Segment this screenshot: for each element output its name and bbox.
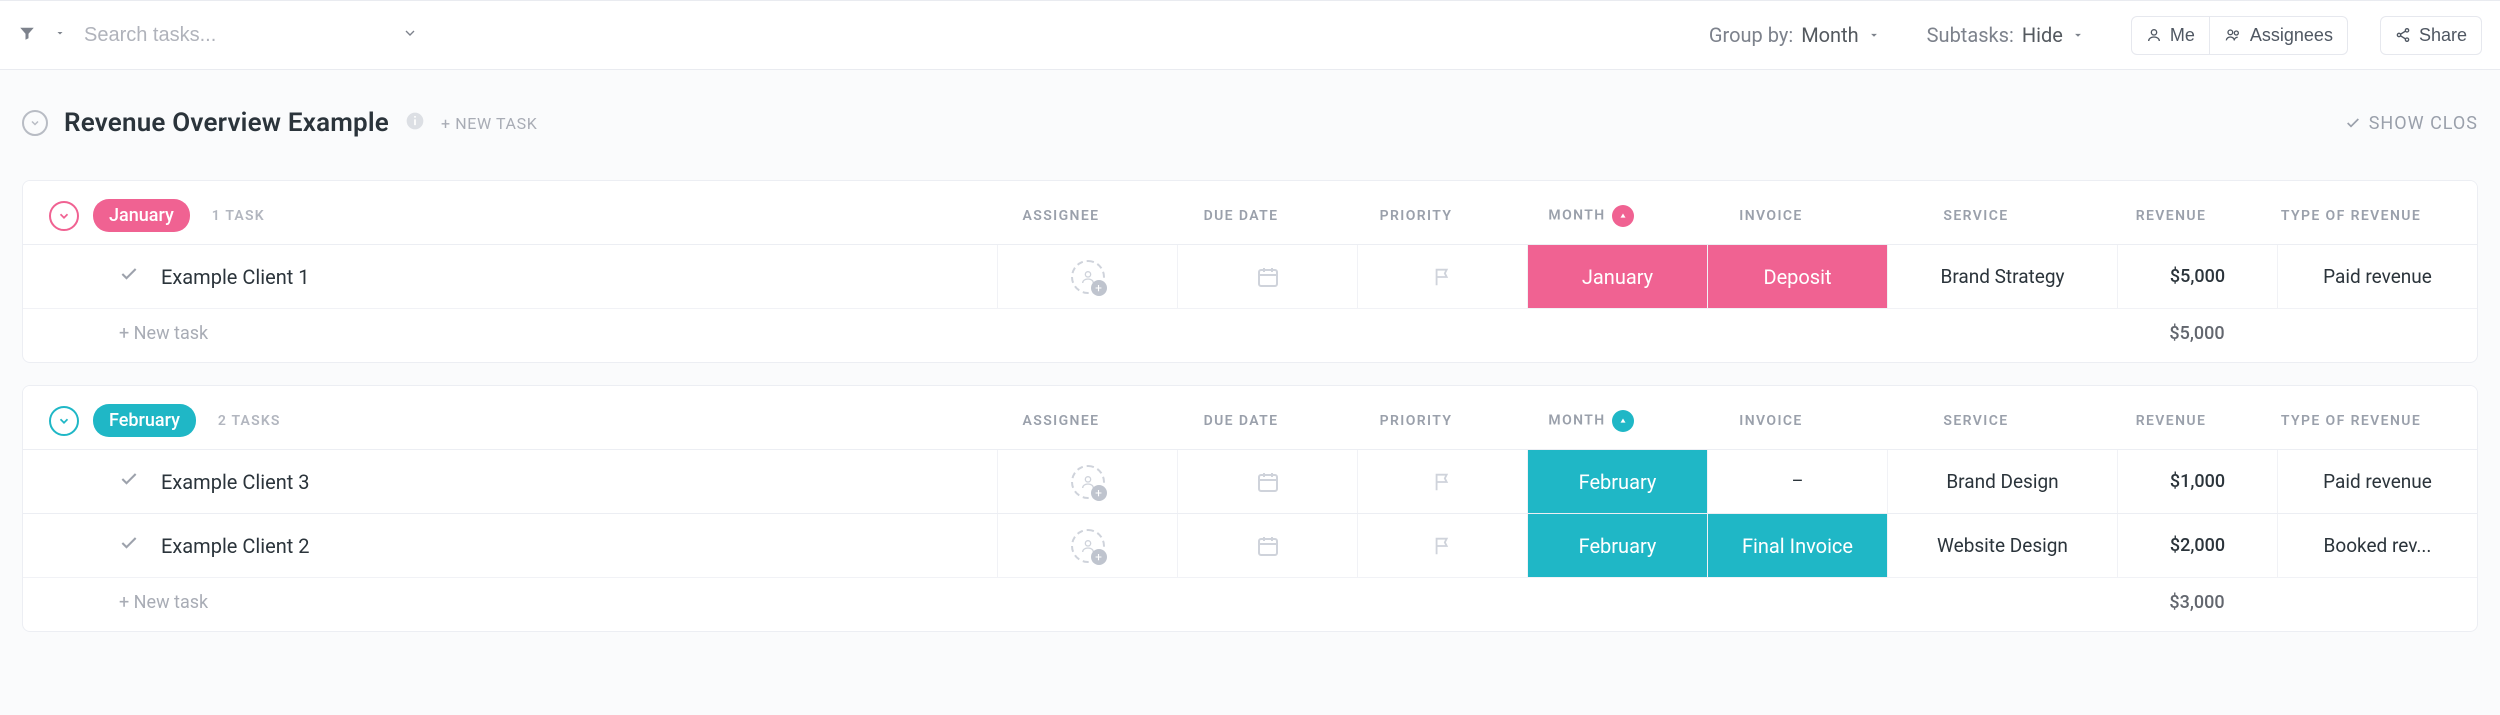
revenue-cell[interactable]: $2,000 [2117,514,2277,577]
filter-icon[interactable] [18,24,36,46]
column-header-invoice[interactable]: INVOICE [1681,208,1861,224]
search-input[interactable] [84,24,384,47]
collapse-all-icon[interactable] [22,110,48,136]
show-closed-toggle[interactable]: SHOW CLOS [2345,113,2478,134]
search-dropdown-icon[interactable] [402,25,418,45]
check-icon [2345,115,2361,131]
chevron-down-icon [1867,28,1881,42]
service-cell[interactable]: Website Design [1887,514,2117,577]
task-count: 2 TASKS [218,413,281,429]
group-by-control[interactable]: Group by: Month [1709,23,1881,47]
type-cell[interactable]: Paid revenue [2277,450,2477,513]
month-cell[interactable]: February [1527,514,1707,577]
new-task-header-button[interactable]: + NEW TASK [441,114,537,133]
assignee-cell[interactable]: + [997,450,1177,513]
task-row[interactable]: Example Client 3 + February – Brand Desi… [23,449,2477,513]
share-button[interactable]: Share [2380,16,2482,55]
column-header-month[interactable]: MONTH [1501,205,1681,227]
column-header-assignee[interactable]: ASSIGNEE [971,413,1151,429]
group-pill[interactable]: January [93,199,190,232]
group-header: February 2 TASKS ASSIGNEE DUE DATE PRIOR… [23,386,2477,449]
due-date-cell[interactable] [1177,245,1357,308]
complete-check-icon[interactable] [119,264,139,289]
group-footer: + New task $5,000 [23,308,2477,362]
column-header-priority[interactable]: PRIORITY [1331,413,1501,429]
column-header-type[interactable]: TYPE OF REVENUE [2251,208,2451,224]
group-january: January 1 TASK ASSIGNEE DUE DATE PRIORIT… [22,180,2478,363]
column-header-assignee[interactable]: ASSIGNEE [971,208,1151,224]
column-header-type[interactable]: TYPE OF REVENUE [2251,413,2451,429]
share-icon [2395,27,2411,43]
filter-dropdown-icon[interactable] [54,27,66,43]
subtasks-control[interactable]: Subtasks: Hide [1927,23,2085,47]
task-row[interactable]: Example Client 1 + January Deposit Brand… [23,244,2477,308]
new-task-button[interactable]: + New task [119,323,208,344]
show-closed-label: SHOW CLOS [2369,113,2478,134]
revenue-total: $3,000 [2117,592,2277,613]
invoice-cell[interactable]: – [1707,450,1887,513]
task-title: Example Client 1 [161,265,310,289]
due-date-cell[interactable] [1177,450,1357,513]
list-header: Revenue Overview Example + NEW TASK SHOW… [0,70,2500,158]
person-icon [2146,27,2162,43]
priority-cell[interactable] [1357,450,1527,513]
list-title: Revenue Overview Example [64,108,389,138]
task-count: 1 TASK [212,208,265,224]
complete-check-icon[interactable] [119,533,139,558]
assignee-cell[interactable]: + [997,245,1177,308]
priority-cell[interactable] [1357,514,1527,577]
column-header-month[interactable]: MONTH [1501,410,1681,432]
task-row[interactable]: Example Client 2 + February Final Invoic… [23,513,2477,577]
column-header-due-date[interactable]: DUE DATE [1151,208,1331,224]
due-date-cell[interactable] [1177,514,1357,577]
group-footer: + New task $3,000 [23,577,2477,631]
type-cell[interactable]: Paid revenue [2277,245,2477,308]
new-task-button[interactable]: + New task [119,592,208,613]
group-header: January 1 TASK ASSIGNEE DUE DATE PRIORIT… [23,181,2477,244]
revenue-total: $5,000 [2117,323,2277,344]
column-header-revenue[interactable]: REVENUE [2091,413,2251,429]
revenue-cell[interactable]: $1,000 [2117,450,2277,513]
column-header-due-date[interactable]: DUE DATE [1151,413,1331,429]
task-title: Example Client 3 [161,470,310,494]
info-icon[interactable] [405,111,425,135]
groups-container: January 1 TASK ASSIGNEE DUE DATE PRIORIT… [0,180,2500,632]
subtasks-label: Subtasks: [1927,23,2014,47]
assignees-button[interactable]: Assignees [2210,16,2348,55]
complete-check-icon[interactable] [119,469,139,494]
chevron-down-icon [2071,28,2085,42]
group-pill[interactable]: February [93,404,196,437]
group-collapse-icon[interactable] [49,406,79,436]
task-title: Example Client 2 [161,534,310,558]
assignee-cell[interactable]: + [997,514,1177,577]
sort-asc-icon [1612,410,1634,432]
group-by-value: Month [1801,23,1858,47]
share-label: Share [2419,25,2467,46]
service-cell[interactable]: Brand Design [1887,450,2117,513]
invoice-cell[interactable]: Final Invoice [1707,514,1887,577]
assignees-label: Assignees [2250,25,2333,46]
month-cell[interactable]: January [1527,245,1707,308]
type-cell[interactable]: Booked rev... [2277,514,2477,577]
column-header-service[interactable]: SERVICE [1861,208,2091,224]
column-header-revenue[interactable]: REVENUE [2091,208,2251,224]
me-assignees-group: Me Assignees [2131,16,2348,55]
column-header-priority[interactable]: PRIORITY [1331,208,1501,224]
sort-asc-icon [1612,205,1634,227]
me-label: Me [2170,25,2195,46]
column-header-service[interactable]: SERVICE [1861,413,2091,429]
invoice-cell[interactable]: Deposit [1707,245,1887,308]
subtasks-value: Hide [2022,23,2063,47]
priority-cell[interactable] [1357,245,1527,308]
me-button[interactable]: Me [2131,16,2210,55]
group-february: February 2 TASKS ASSIGNEE DUE DATE PRIOR… [22,385,2478,632]
group-collapse-icon[interactable] [49,201,79,231]
top-toolbar: Group by: Month Subtasks: Hide Me Assign… [0,0,2500,70]
people-icon [2224,27,2242,43]
group-by-label: Group by: [1709,23,1793,47]
service-cell[interactable]: Brand Strategy [1887,245,2117,308]
revenue-cell[interactable]: $5,000 [2117,245,2277,308]
column-header-invoice[interactable]: INVOICE [1681,413,1861,429]
month-cell[interactable]: February [1527,450,1707,513]
